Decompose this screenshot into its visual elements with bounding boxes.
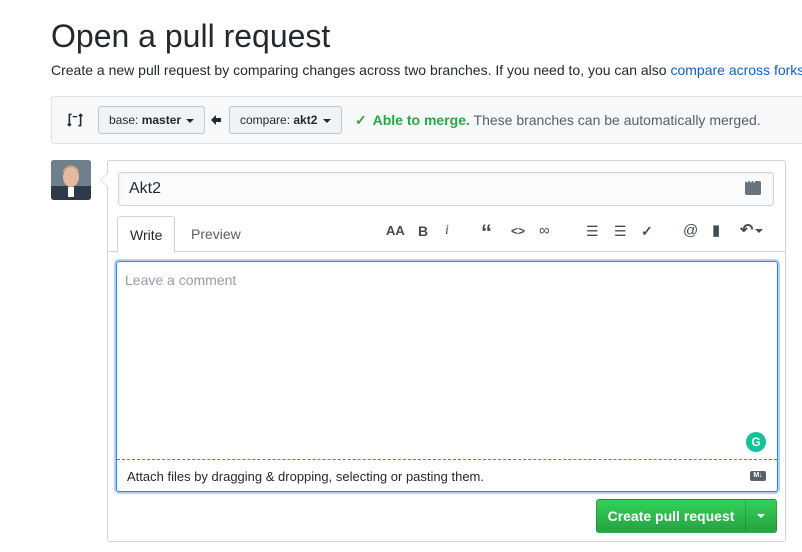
task-list-icon[interactable]: ✓ [641,222,653,240]
avatar-image [51,160,91,200]
pull-request-form: Write Preview AA B i “ <> ∞ ☰ ☰ ✓ @ ▮ ↶ … [100,160,786,542]
compare-label: compare: [240,113,291,127]
reply-glyph: ↶ [740,222,754,239]
bold-icon[interactable]: B [418,222,428,240]
attach-files-text[interactable]: Attach files by dragging & dropping, sel… [127,469,484,484]
grammarly-icon[interactable]: G [746,432,766,452]
page-subtitle: Create a new pull request by comparing c… [51,62,802,78]
title-input[interactable] [118,172,774,206]
avatar[interactable] [51,160,91,200]
range-editor: base: master compare: akt2 ✓ Able to mer… [51,96,802,144]
italic-icon[interactable]: i [445,222,449,240]
tab-preview[interactable]: Preview [179,216,253,252]
create-options-dropdown[interactable] [745,500,776,532]
unordered-list-icon[interactable]: ☰ [586,222,599,240]
compare-across-forks-link[interactable]: compare across forks [670,62,802,78]
arrow-left-icon [211,115,221,125]
base-label: base: [109,113,139,127]
chevron-down-icon [755,228,764,233]
comment-box: G Attach files by dragging & dropping, s… [116,261,778,492]
chevron-down-icon [757,514,765,518]
merge-detail-text: These branches can be automatically merg… [473,112,761,128]
reply-icon[interactable]: ↶ [740,222,764,240]
merge-ok-text: Able to merge. [372,112,470,128]
compare-branch-name: akt2 [293,113,318,127]
base-branch-select[interactable]: base: master [98,106,206,134]
more-options-icon[interactable] [745,179,761,195]
create-pull-request-button[interactable]: Create pull request [597,500,745,532]
mention-icon[interactable]: @ [683,222,698,240]
subtitle-text: Create a new pull request by comparing c… [51,62,671,78]
ordered-list-icon[interactable]: ☰ [614,222,627,240]
page-title: Open a pull request [51,18,331,54]
bookmark-icon[interactable]: ▮ [712,222,720,240]
text-size-icon[interactable]: AA [386,222,405,240]
compare-branch-select[interactable]: compare: akt2 [229,106,342,134]
comment-textarea[interactable] [117,262,777,460]
base-branch-name: master [141,113,182,127]
chevron-down-icon [322,118,331,123]
tab-write[interactable]: Write [117,216,176,253]
compare-icon [67,113,83,127]
link-icon[interactable]: ∞ [539,222,550,240]
check-icon: ✓ [355,112,367,128]
merge-status: ✓ Able to merge. These branches can be a… [355,112,761,129]
quote-icon[interactable]: “ [481,222,492,244]
chevron-down-icon [186,118,195,123]
markdown-icon[interactable]: M↓ [750,471,766,481]
create-pull-request-button-group: Create pull request [596,499,777,533]
code-icon[interactable]: <> [511,222,525,240]
